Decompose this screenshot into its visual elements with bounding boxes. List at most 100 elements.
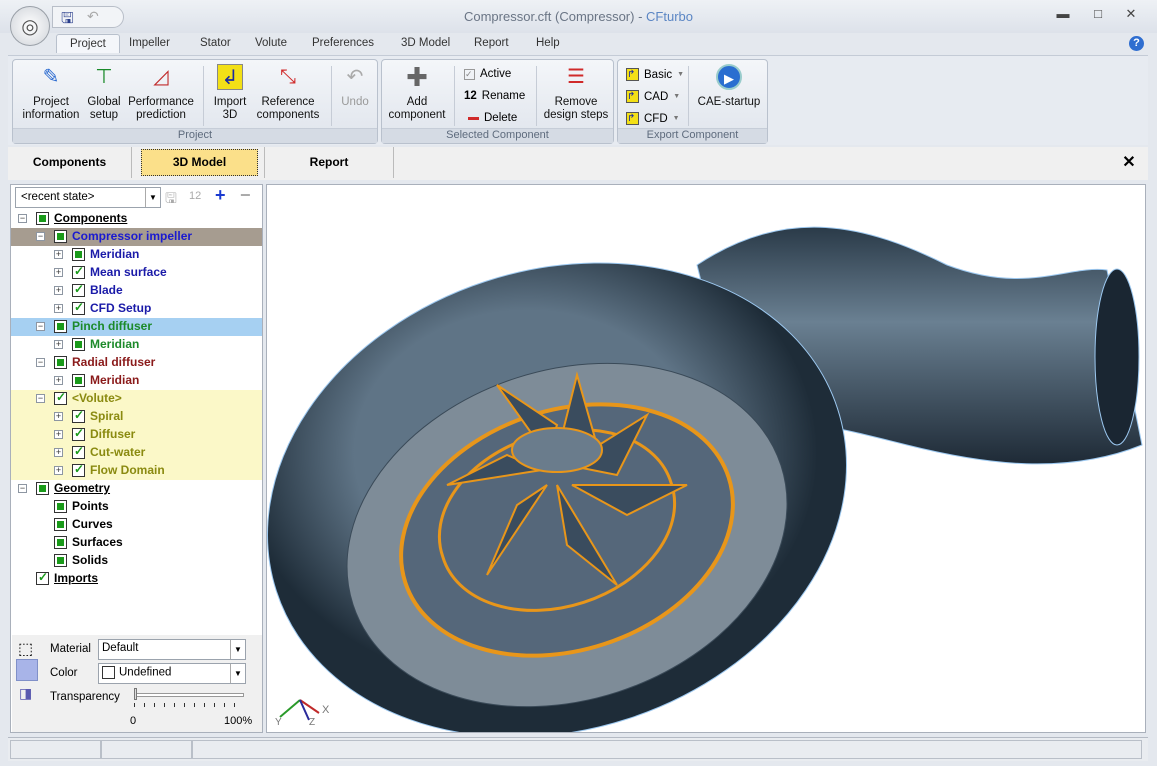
- visibility-checkbox[interactable]: [72, 338, 85, 351]
- visibility-checkbox[interactable]: [72, 282, 85, 297]
- visibility-checkbox[interactable]: [72, 248, 85, 261]
- undo-button[interactable]: ↶ Undo: [337, 64, 373, 109]
- expand-icon[interactable]: +: [54, 286, 63, 295]
- export-cfd-button[interactable]: ↱ CFD ▼: [626, 112, 680, 125]
- collapse-icon[interactable]: −: [36, 232, 45, 241]
- expand-icon[interactable]: +: [54, 376, 63, 385]
- tab-help[interactable]: Help: [536, 37, 560, 49]
- chevron-down-icon[interactable]: ▼: [677, 71, 684, 78]
- tree-item[interactable]: Curves: [11, 516, 262, 534]
- collapse-icon[interactable]: −: [18, 214, 27, 223]
- expand-icon[interactable]: +: [54, 412, 63, 421]
- tree-item[interactable]: − Compressor impeller: [11, 228, 262, 246]
- visibility-checkbox[interactable]: [54, 554, 67, 567]
- visibility-checkbox[interactable]: [72, 462, 85, 477]
- chevron-down-icon[interactable]: ▼: [230, 640, 245, 659]
- tree-item[interactable]: Points: [11, 498, 262, 516]
- visibility-checkbox[interactable]: [54, 536, 67, 549]
- chevron-down-icon[interactable]: ▼: [230, 664, 245, 683]
- visibility-checkbox[interactable]: [36, 212, 49, 225]
- visibility-checkbox[interactable]: [72, 426, 85, 441]
- visibility-checkbox[interactable]: [54, 230, 67, 243]
- chevron-down-icon[interactable]: ▼: [673, 115, 680, 122]
- tree-item[interactable]: − Pinch diffuser: [11, 318, 262, 336]
- 3d-viewport[interactable]: X Z Y: [266, 184, 1146, 733]
- tab-report[interactable]: Report: [474, 37, 509, 49]
- global-setup-button[interactable]: ⊤ Global setup: [85, 64, 123, 122]
- project-information-button[interactable]: ✎ Project information: [17, 64, 85, 122]
- tree-item[interactable]: Imports: [11, 570, 262, 588]
- tree-item[interactable]: + Flow Domain: [11, 462, 262, 480]
- minus-icon[interactable]: −: [240, 185, 251, 206]
- visibility-checkbox[interactable]: [72, 408, 85, 423]
- cae-startup-button[interactable]: ▶ CAE-startup: [694, 64, 764, 109]
- expand-icon[interactable]: +: [54, 268, 63, 277]
- visibility-checkbox[interactable]: [36, 570, 49, 585]
- tree-item[interactable]: + Spiral: [11, 408, 262, 426]
- compressor-3d-model[interactable]: X Z Y: [267, 185, 1145, 732]
- export-cad-button[interactable]: ↱ CAD ▼: [626, 90, 680, 103]
- material-select[interactable]: Default ▼: [98, 639, 246, 660]
- tree-item[interactable]: Solids: [11, 552, 262, 570]
- tab-preferences[interactable]: Preferences: [312, 37, 374, 49]
- tab-3d-model-panel[interactable]: 3D Model: [141, 149, 258, 176]
- tab-impeller[interactable]: Impeller: [129, 37, 170, 49]
- transparency-slider[interactable]: [134, 693, 244, 697]
- chevron-down-icon[interactable]: ▼: [673, 93, 680, 100]
- collapse-icon[interactable]: −: [36, 358, 45, 367]
- import-3d-button[interactable]: ↲ Import 3D: [209, 64, 251, 122]
- visibility-checkbox[interactable]: [54, 500, 67, 513]
- tab-3d-model[interactable]: 3D Model: [401, 37, 450, 49]
- tree-item[interactable]: + Meridian: [11, 246, 262, 264]
- visibility-checkbox[interactable]: [72, 264, 85, 279]
- visibility-checkbox[interactable]: [36, 482, 49, 495]
- chevron-down-icon[interactable]: ▼: [145, 188, 160, 207]
- plus-icon[interactable]: +: [215, 185, 226, 206]
- rename-button[interactable]: 12 Rename: [464, 90, 525, 102]
- tree-item[interactable]: + Mean surface: [11, 264, 262, 282]
- expand-icon[interactable]: +: [54, 304, 63, 313]
- transparent-cube-icon[interactable]: ◨: [19, 685, 32, 702]
- wireframe-cube-icon[interactable]: ⬚: [18, 639, 33, 659]
- active-checkbox[interactable]: ✓ Active: [464, 68, 511, 80]
- visibility-checkbox[interactable]: [72, 300, 85, 315]
- color-select[interactable]: Undefined ▼: [98, 663, 246, 684]
- tab-stator[interactable]: Stator: [200, 37, 231, 49]
- help-icon[interactable]: ?: [1129, 36, 1144, 51]
- slider-thumb[interactable]: [134, 688, 137, 700]
- add-component-button[interactable]: ✚ Add component: [386, 64, 448, 122]
- close-panel-button[interactable]: ✕: [1118, 147, 1140, 178]
- delete-button[interactable]: Delete: [468, 112, 517, 124]
- visibility-checkbox[interactable]: [72, 374, 85, 387]
- visibility-checkbox[interactable]: [54, 320, 67, 333]
- minimize-button[interactable]: ▬: [1052, 6, 1074, 21]
- visibility-checkbox[interactable]: [54, 518, 67, 531]
- remove-design-steps-button[interactable]: ☰ Remove design steps: [542, 64, 610, 122]
- tab-report-panel[interactable]: Report: [264, 147, 394, 178]
- expand-icon[interactable]: +: [54, 430, 63, 439]
- tree-item[interactable]: + Meridian: [11, 336, 262, 354]
- tree-item[interactable]: + Meridian: [11, 372, 262, 390]
- tree-item[interactable]: + CFD Setup: [11, 300, 262, 318]
- expand-icon[interactable]: +: [54, 466, 63, 475]
- tree-item[interactable]: + Cut-water: [11, 444, 262, 462]
- tree-item[interactable]: − <Volute>: [11, 390, 262, 408]
- tab-project[interactable]: Project: [56, 34, 120, 53]
- tab-components[interactable]: Components: [8, 147, 132, 178]
- export-basic-button[interactable]: ↱ Basic ▼: [626, 68, 684, 81]
- expand-icon[interactable]: +: [54, 448, 63, 457]
- expand-icon[interactable]: +: [54, 250, 63, 259]
- maximize-button[interactable]: □: [1087, 6, 1109, 21]
- visibility-checkbox[interactable]: [54, 390, 67, 405]
- number-state-icon[interactable]: 12: [189, 190, 201, 202]
- tree-item[interactable]: − Components: [11, 210, 262, 228]
- tree-item[interactable]: − Radial diffuser: [11, 354, 262, 372]
- expand-icon[interactable]: +: [54, 340, 63, 349]
- collapse-icon[interactable]: −: [36, 322, 45, 331]
- recent-state-combo[interactable]: <recent state> ▼: [15, 187, 161, 208]
- tree-item[interactable]: − Geometry: [11, 480, 262, 498]
- shaded-cube-icon[interactable]: [16, 659, 38, 681]
- tree-item[interactable]: + Blade: [11, 282, 262, 300]
- tab-volute[interactable]: Volute: [255, 37, 287, 49]
- close-button[interactable]: ✕: [1120, 6, 1142, 22]
